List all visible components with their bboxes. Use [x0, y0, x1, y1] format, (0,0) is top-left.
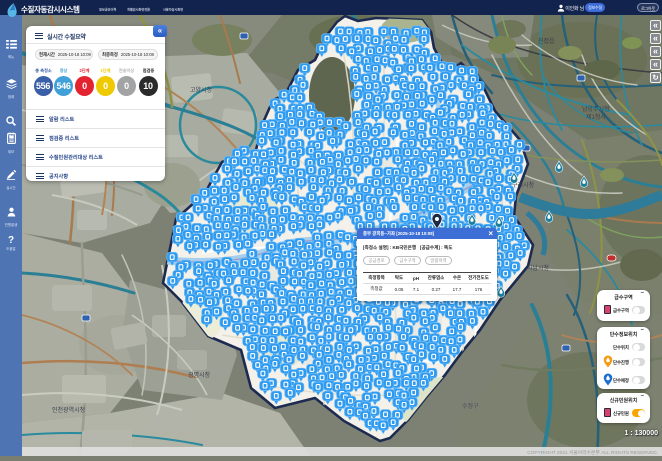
svg-text:광명시청: 광명시청: [188, 371, 210, 379]
svg-text:남양주시청: 남양주시청: [582, 105, 610, 113]
svg-text:수정구: 수정구: [462, 403, 479, 410]
svg-text:고양시청: 고양시청: [190, 86, 212, 94]
svg-text:진접읍: 진접읍: [538, 37, 555, 45]
svg-text:하남시청: 하남시청: [527, 264, 549, 272]
svg-text:제1청사: 제1청사: [586, 113, 606, 121]
svg-text:인천광역시청: 인천광역시청: [52, 406, 85, 414]
